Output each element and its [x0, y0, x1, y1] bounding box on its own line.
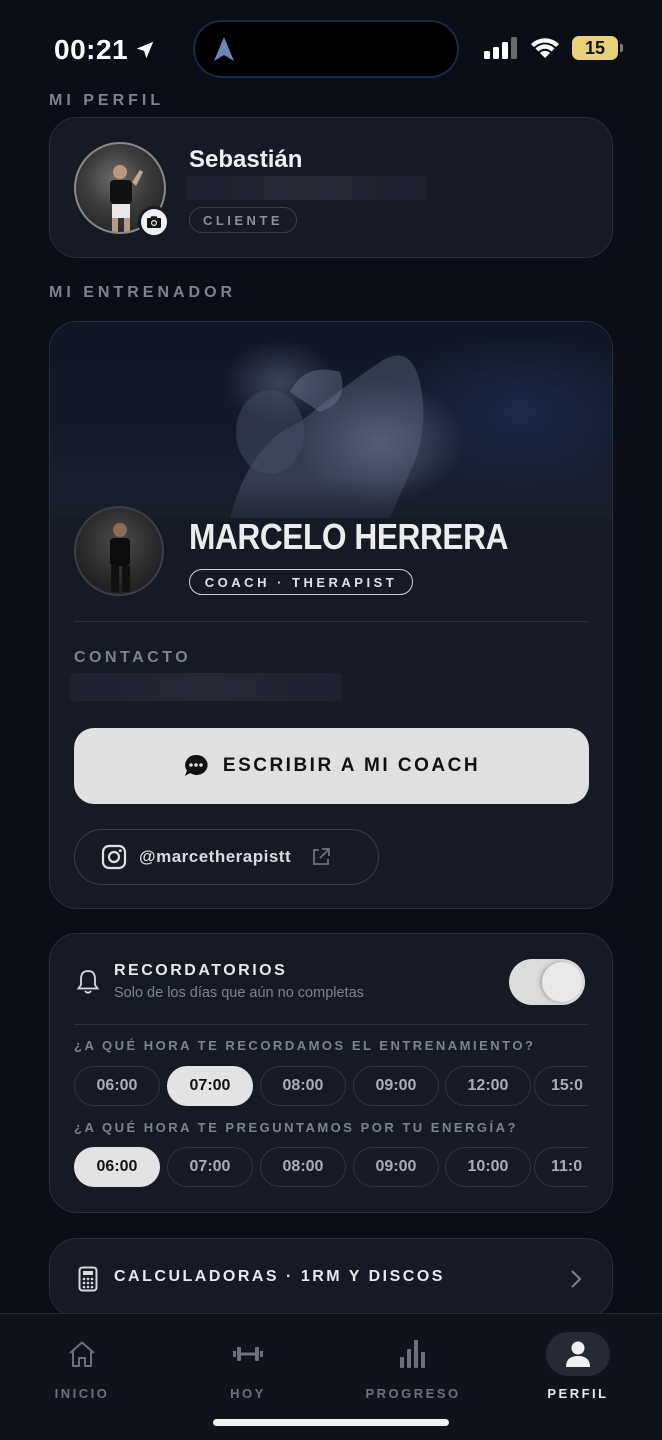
profile-avatar-wrap[interactable]	[74, 142, 170, 238]
write-to-coach-label: ESCRIBIR A MI COACH	[222, 755, 481, 776]
wifi-icon	[531, 38, 559, 58]
training-time-chip[interactable]: 15:0	[534, 1066, 588, 1106]
training-time-chip[interactable]: 06:00	[74, 1066, 160, 1106]
dynamic-island	[193, 20, 459, 78]
training-time-chip[interactable]: 09:00	[353, 1066, 439, 1106]
nav-label-perfil: PERFIL	[547, 1386, 609, 1401]
coach-name: MARCELO HERRERA	[189, 516, 509, 557]
write-to-coach-button[interactable]: ESCRIBIR A MI COACH	[74, 728, 589, 804]
nav-item-perfil[interactable]: PERFIL	[528, 1332, 628, 1401]
calculators-label: CALCULADORAS · 1RM Y DISCOS	[114, 1268, 445, 1285]
status-time-text: 00:21	[54, 34, 129, 65]
instagram-link-button[interactable]: @marcetherapistt	[74, 829, 379, 885]
reminders-title: RECORDATORIOS	[114, 962, 288, 979]
profile-card: Sebastián CLIENTE	[49, 117, 613, 258]
nav-item-progreso[interactable]: PROGRESO	[363, 1332, 463, 1401]
training-time-row: 06:00 07:00 08:00 09:00 12:00 15:0	[74, 1066, 588, 1108]
redacted-contact	[70, 673, 342, 701]
profile-section-label: MI PERFIL	[49, 92, 165, 109]
energy-time-chip[interactable]: 09:00	[353, 1147, 439, 1187]
hero-figure	[230, 355, 424, 518]
home-icon	[69, 1341, 95, 1367]
redacted-email	[186, 176, 426, 200]
reminders-toggle[interactable]	[509, 959, 585, 1005]
location-arrow-icon	[136, 41, 154, 59]
bar-chart-icon	[400, 1340, 425, 1368]
navigation-arrow-icon	[214, 37, 234, 61]
training-time-chip-selected[interactable]: 07:00	[167, 1066, 253, 1106]
training-time-chip[interactable]: 12:00	[445, 1066, 531, 1106]
nav-label-inicio: INICIO	[54, 1386, 110, 1401]
status-indicators: 15	[484, 36, 623, 60]
energy-time-row: 06:00 07:00 08:00 09:00 10:00 11:0	[74, 1147, 588, 1189]
nav-item-hoy[interactable]: HOY	[198, 1332, 298, 1401]
status-bar: 00:21 15	[0, 0, 662, 96]
training-question: ¿A QUÉ HORA TE RECORDAMOS EL ENTRENAMIEN…	[74, 1038, 536, 1053]
reminders-subtitle: Solo de los días que aún no completas	[114, 985, 364, 1001]
energy-time-chip[interactable]: 07:00	[167, 1147, 253, 1187]
coach-avatar-figure	[110, 523, 130, 592]
trainer-card: MARCELO HERRERA COACH · THERAPIST CONTAC…	[49, 321, 613, 909]
battery-indicator: 15	[572, 36, 623, 60]
status-time: 00:21	[54, 34, 156, 66]
signal-icon	[484, 37, 517, 59]
nav-active-indicator	[546, 1332, 610, 1376]
instagram-handle: @marcetherapistt	[139, 847, 292, 866]
contact-label: CONTACTO	[74, 649, 192, 666]
energy-time-chip-selected[interactable]: 06:00	[74, 1147, 160, 1187]
change-photo-button[interactable]	[138, 206, 170, 238]
trainer-divider	[74, 621, 588, 622]
energy-time-chip[interactable]: 08:00	[260, 1147, 346, 1187]
trainer-section-label: MI ENTRENADOR	[49, 284, 237, 301]
nav-item-inicio[interactable]: INICIO	[32, 1332, 132, 1401]
reminders-card: RECORDATORIOS Solo de los días que aún n…	[49, 933, 613, 1213]
nav-label-progreso: PROGRESO	[365, 1386, 461, 1401]
trainer-hero-image	[50, 322, 612, 518]
instagram-icon	[101, 844, 127, 870]
energy-time-chip[interactable]: 10:00	[445, 1147, 531, 1187]
camera-icon	[147, 216, 161, 228]
calculator-icon	[78, 1266, 98, 1292]
home-indicator	[213, 1419, 449, 1426]
chevron-right-icon	[571, 1270, 582, 1288]
calculators-card[interactable]: CALCULADORAS · 1RM Y DISCOS	[49, 1238, 613, 1318]
coach-avatar[interactable]	[74, 506, 164, 596]
dumbbell-icon	[233, 1347, 263, 1361]
user-name: Sebastián	[189, 146, 303, 173]
role-badge: CLIENTE	[189, 207, 297, 233]
reminders-divider	[74, 1024, 588, 1025]
energy-question: ¿A QUÉ HORA TE PREGUNTAMOS POR TU ENERGÍ…	[74, 1120, 518, 1135]
coach-role-badge: COACH · THERAPIST	[189, 569, 413, 595]
chat-bubble-icon	[184, 754, 208, 776]
toggle-knob	[542, 962, 582, 1002]
energy-time-chip[interactable]: 11:0	[534, 1147, 588, 1187]
person-icon	[566, 1341, 590, 1367]
bell-icon	[76, 970, 100, 994]
external-link-icon	[313, 848, 331, 865]
training-time-chip[interactable]: 08:00	[260, 1066, 346, 1106]
nav-label-hoy: HOY	[230, 1386, 266, 1401]
